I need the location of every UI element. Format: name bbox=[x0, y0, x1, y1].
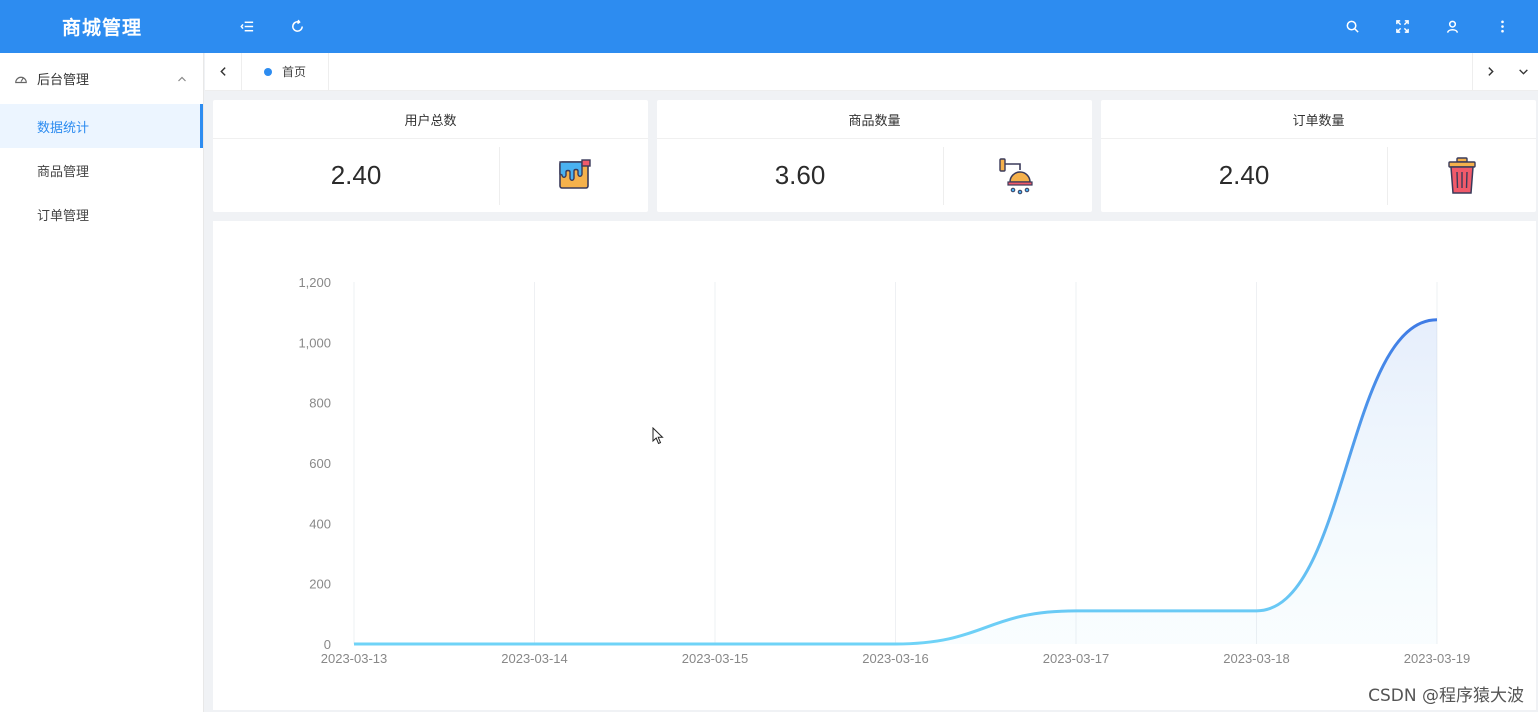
x-tick-label: 2023-03-18 bbox=[1223, 651, 1290, 666]
fullscreen-icon bbox=[1395, 20, 1409, 33]
y-tick-label: 400 bbox=[309, 516, 331, 531]
chevron-left-icon bbox=[219, 67, 226, 76]
menu-fold-icon bbox=[239, 21, 253, 32]
sidebar-item-data-stats[interactable]: 数据统计 bbox=[0, 104, 203, 148]
user-icon bbox=[1446, 20, 1458, 33]
more-vertical-icon bbox=[1500, 20, 1504, 33]
sidebar-item-label: 数据统计 bbox=[37, 120, 90, 136]
x-tick-label: 2023-03-16 bbox=[862, 651, 929, 666]
y-tick-label: 0 bbox=[324, 637, 331, 652]
menu-fold-button[interactable] bbox=[222, 0, 272, 53]
x-tick-label: 2023-03-13 bbox=[321, 651, 388, 666]
search-icon bbox=[1346, 20, 1359, 33]
tabs-scroll-right-button[interactable] bbox=[1472, 52, 1508, 91]
tabs-bar: 首页 bbox=[205, 52, 1538, 91]
line-area-chart: 2023-03-13 2023-03-14 2023-03-15 2023-03-16… bbox=[298, 275, 1471, 666]
tab-home[interactable]: 首页 bbox=[242, 52, 330, 91]
x-tick-label: 2023-03-15 bbox=[682, 651, 749, 666]
tab-label: 首页 bbox=[282, 65, 307, 79]
tabs-menu-button[interactable] bbox=[1508, 53, 1538, 91]
y-tick-label: 200 bbox=[309, 577, 331, 592]
sidebar: 后台管理 数据统计 商品管理 订单管理 bbox=[0, 53, 204, 712]
brand-title: 商城管理 bbox=[61, 17, 142, 39]
refresh-icon bbox=[291, 19, 303, 32]
y-tick-label: 1,000 bbox=[298, 335, 331, 350]
stat-card-value: 2.40 bbox=[1218, 160, 1270, 190]
chevron-right-icon bbox=[1488, 67, 1494, 76]
y-tick-label: 600 bbox=[309, 456, 331, 471]
watermark-text: CSDN @程序猿大波 bbox=[1368, 686, 1524, 706]
stat-card-value: 2.40 bbox=[330, 160, 382, 190]
mouse-cursor-icon bbox=[652, 427, 664, 445]
stat-card-users: 用户总数 2.40 bbox=[213, 100, 648, 212]
chevron-down-icon bbox=[1518, 69, 1528, 75]
x-tick-label: 2023-03-19 bbox=[1404, 651, 1471, 666]
sidebar-item-label: 商品管理 bbox=[37, 164, 90, 180]
active-tab-dot bbox=[264, 67, 272, 76]
dashboard-icon bbox=[15, 76, 27, 83]
chart-panel: 2023-03-13 2023-03-14 2023-03-15 2023-03-16… bbox=[213, 221, 1536, 710]
top-header: 商城管理 bbox=[0, 0, 1538, 53]
stat-card-title: 商品数量 bbox=[657, 100, 1092, 139]
sidebar-item-products[interactable]: 商品管理 bbox=[0, 148, 203, 192]
chevron-up-icon bbox=[178, 76, 186, 81]
refresh-button[interactable] bbox=[272, 0, 322, 53]
search-button[interactable] bbox=[1327, 0, 1377, 53]
fullscreen-button[interactable] bbox=[1377, 0, 1427, 53]
x-tick-label: 2023-03-17 bbox=[1043, 651, 1110, 666]
y-tick-label: 1,200 bbox=[298, 275, 331, 290]
more-button[interactable] bbox=[1477, 0, 1527, 53]
x-tick-label: 2023-03-14 bbox=[501, 651, 568, 666]
tabs-scroll-left-button[interactable] bbox=[205, 53, 241, 91]
trash-bin-icon bbox=[1448, 156, 1476, 194]
sidebar-group-label: 后台管理 bbox=[37, 73, 90, 88]
sidebar-group-backend[interactable]: 后台管理 bbox=[0, 53, 203, 104]
y-tick-label: 800 bbox=[309, 396, 331, 411]
user-button[interactable] bbox=[1427, 0, 1477, 53]
shower-icon bbox=[999, 157, 1033, 194]
stat-card-value: 3.60 bbox=[774, 160, 826, 190]
stat-card-orders: 订单数量 2.40 bbox=[1101, 100, 1536, 212]
sidebar-item-orders[interactable]: 订单管理 bbox=[0, 192, 203, 236]
sidebar-item-label: 订单管理 bbox=[37, 208, 90, 224]
stat-card-products: 商品数量 3.60 bbox=[657, 100, 1092, 212]
stat-card-title: 用户总数 bbox=[213, 100, 648, 139]
stat-card-title: 订单数量 bbox=[1101, 100, 1536, 139]
paint-bucket-icon bbox=[559, 158, 591, 189]
